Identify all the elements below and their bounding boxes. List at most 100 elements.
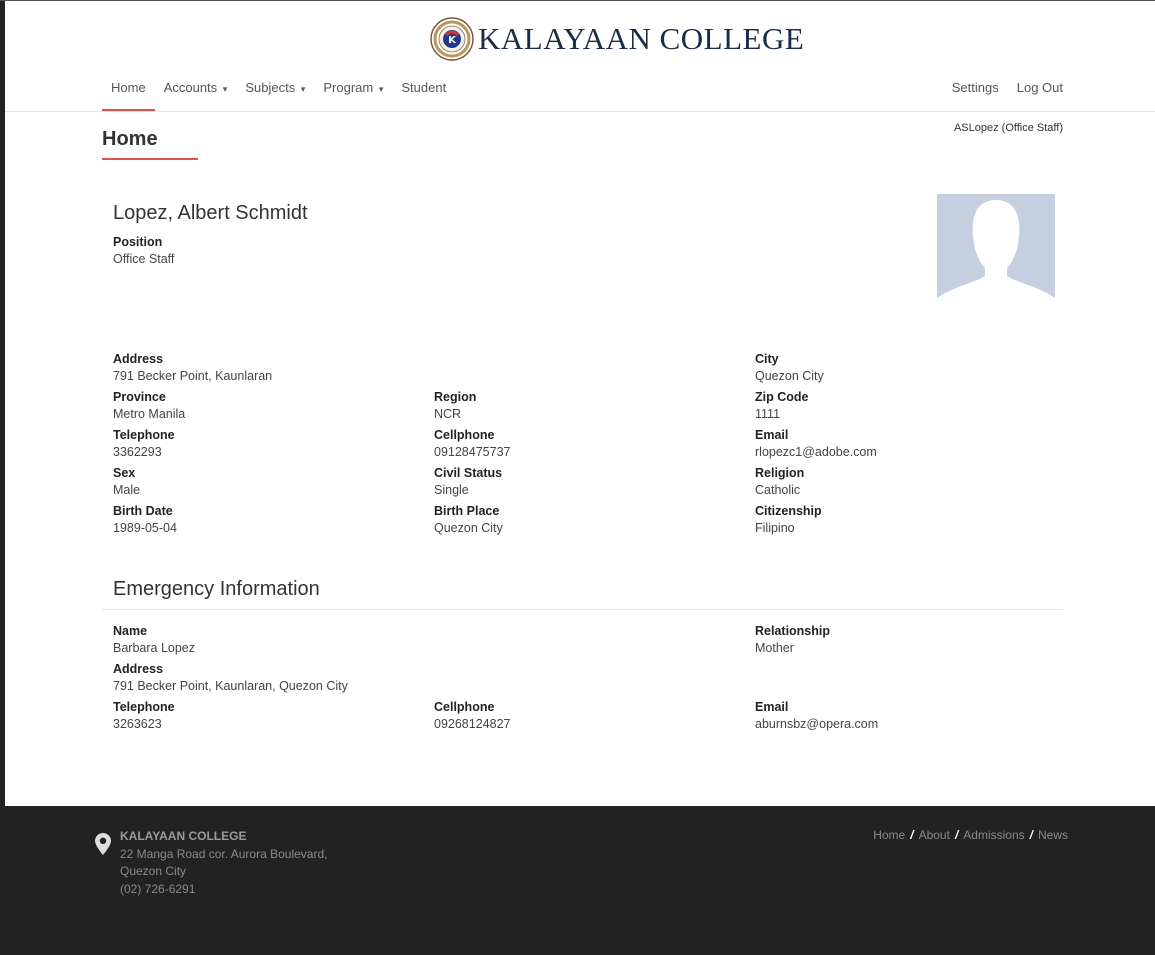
footer-link-home[interactable]: Home — [873, 828, 905, 842]
nav-settings[interactable]: Settings — [943, 70, 1008, 111]
emergency-address: Address 791 Becker Point, Kaunlaran, Que… — [113, 661, 348, 695]
field-value: Office Staff — [113, 252, 175, 266]
section-divider — [102, 609, 1063, 610]
field-zip-code: Zip Code 1111 — [755, 389, 808, 423]
field-label: Position — [113, 235, 163, 249]
chevron-down-icon: ▾ — [222, 84, 228, 94]
field-label: Email — [755, 428, 789, 442]
field-label: Name — [113, 624, 148, 638]
main-nav: Home Accounts ▾ Subjects ▾ Program ▾ Stu… — [102, 70, 455, 111]
field-value: 09128475737 — [434, 445, 511, 459]
nav-student[interactable]: Student — [392, 70, 455, 111]
default-avatar-silhouette-icon — [937, 194, 1055, 305]
map-pin-icon — [95, 833, 111, 855]
nav-subjects[interactable]: Subjects ▾ — [236, 70, 314, 111]
nav-home[interactable]: Home — [102, 70, 155, 111]
field-citizenship: Citizenship Filipino — [755, 503, 822, 537]
field-label: Province — [113, 390, 166, 404]
field-label: Birth Date — [113, 504, 173, 518]
field-birth-date: Birth Date 1989-05-04 — [113, 503, 177, 537]
field-label: Address — [113, 662, 164, 676]
field-position: Position Office Staff — [113, 234, 174, 268]
field-label: Email — [755, 700, 789, 714]
field-label: Cellphone — [434, 700, 495, 714]
emergency-section-title: Emergency Information — [113, 578, 320, 600]
field-value: 791 Becker Point, Kaunlaran, Quezon City — [113, 679, 348, 693]
field-religion: Religion Catholic — [755, 465, 804, 499]
footer-links: Home / About / Admissions / News — [873, 828, 1068, 842]
nav-program[interactable]: Program ▾ — [314, 70, 392, 111]
footer-phone: (02) 726-6291 — [120, 881, 196, 896]
field-value: 1111 — [755, 407, 781, 421]
nav-program-label: Program — [323, 80, 374, 95]
field-value: rlopezc1@adobe.com — [755, 445, 877, 459]
field-birth-place: Birth Place Quezon City — [434, 503, 503, 537]
field-value: 791 Becker Point, Kaunlaran — [113, 369, 273, 383]
field-label: Citizenship — [755, 504, 822, 518]
field-value: 1989-05-04 — [113, 521, 177, 535]
field-label: Religion — [755, 466, 805, 480]
field-value: Catholic — [755, 483, 801, 497]
profile-name: Lopez, Albert Schmidt — [113, 202, 308, 224]
page-title: Home — [102, 128, 158, 150]
emergency-telephone: Telephone 3263623 — [113, 699, 175, 733]
footer-link-admissions[interactable]: Admissions — [963, 828, 1024, 842]
field-label: Relationship — [755, 624, 831, 638]
field-value: Quezon City — [434, 521, 503, 535]
brand[interactable]: K KALAYAAN COLLEGE — [430, 16, 804, 62]
field-value: Filipino — [755, 521, 795, 535]
field-label: Sex — [113, 466, 136, 480]
nav-accounts[interactable]: Accounts ▾ — [155, 70, 237, 111]
nav-student-label: Student — [401, 80, 447, 95]
field-value: 3362293 — [113, 445, 162, 459]
chevron-down-icon: ▾ — [378, 84, 384, 94]
field-province: Province Metro Manila — [113, 389, 185, 423]
field-region: Region NCR — [434, 389, 476, 423]
college-seal-logo: K — [430, 17, 474, 61]
field-address: Address 791 Becker Point, Kaunlaran — [113, 351, 272, 385]
field-email: Email rlopezc1@adobe.com — [755, 427, 877, 461]
emergency-name: Name Barbara Lopez — [113, 623, 195, 657]
field-label: Address — [113, 352, 164, 366]
field-cellphone: Cellphone 09128475737 — [434, 427, 510, 461]
field-value: aburnsbz@opera.com — [755, 717, 879, 731]
footer-separator: / — [954, 828, 959, 842]
field-value: Mother — [755, 641, 794, 655]
field-label: Cellphone — [434, 428, 495, 442]
footer-separator: / — [1029, 828, 1033, 842]
field-value: Barbara Lopez — [113, 641, 196, 655]
field-label: Birth Place — [434, 504, 500, 518]
nav-logout[interactable]: Log Out — [1008, 70, 1072, 111]
field-value: NCR — [434, 407, 462, 421]
field-label: Telephone — [113, 700, 175, 714]
field-label: Region — [434, 390, 477, 404]
footer-address: KALAYAAN COLLEGE 22 Manga Road cor. Auro… — [120, 828, 327, 898]
account-nav: Settings Log Out — [943, 70, 1072, 111]
emergency-email: Email aburnsbz@opera.com — [755, 699, 878, 733]
nav-subjects-label: Subjects — [245, 80, 296, 95]
footer-address-line: 22 Manga Road cor. Aurora Boulevard, — [120, 846, 328, 861]
field-label: Zip Code — [755, 390, 809, 404]
page-title-underline — [102, 158, 198, 160]
footer-link-about[interactable]: About — [919, 828, 950, 842]
field-civil-status: Civil Status Single — [434, 465, 502, 499]
svg-text:K: K — [448, 35, 457, 46]
footer-link-news[interactable]: News — [1038, 828, 1068, 842]
field-value: Single — [434, 483, 469, 497]
field-label: Civil Status — [434, 466, 503, 480]
brand-name: KALAYAAN COLLEGE — [478, 21, 805, 56]
nav-accounts-label: Accounts — [163, 80, 218, 95]
field-city: City Quezon City — [755, 351, 824, 385]
field-label: Telephone — [113, 428, 175, 442]
field-value: Male — [113, 483, 141, 497]
site-header: K KALAYAAN COLLEGE Home Accounts ▾ Subje… — [5, 0, 1155, 112]
field-label: City — [755, 352, 779, 366]
field-value: 09268124827 — [434, 717, 511, 731]
field-value: Metro Manila — [113, 407, 186, 421]
emergency-cellphone: Cellphone 09268124827 — [434, 699, 510, 733]
current-user: ASLopez (Office Staff) — [953, 122, 1063, 134]
field-sex: Sex Male — [113, 465, 140, 499]
footer-school-name: KALAYAAN COLLEGE — [120, 829, 247, 843]
footer-separator: / — [910, 828, 914, 842]
nav-home-label: Home — [111, 80, 146, 95]
